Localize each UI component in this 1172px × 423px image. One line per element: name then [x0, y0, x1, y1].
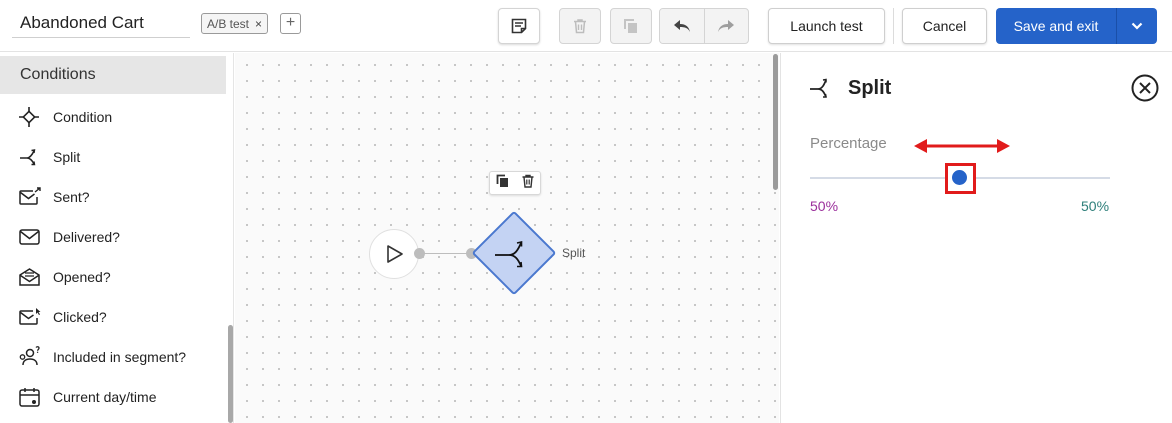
sidebar-item-included-in-segment[interactable]: Included in segment? [18, 343, 218, 371]
node-duplicate-button[interactable] [495, 173, 511, 194]
conditions-heading[interactable]: Conditions [0, 56, 226, 94]
split-icon [18, 145, 44, 169]
add-tag-button[interactable]: + [280, 13, 301, 34]
percentage-label: Percentage [810, 135, 887, 152]
mail-sent-icon [18, 185, 44, 209]
close-panel-button[interactable] [1131, 74, 1159, 102]
percentage-slider-thumb[interactable] [952, 170, 967, 185]
save-and-exit-group: Save and exit [996, 8, 1157, 44]
sidebar-item-opened[interactable]: Opened? [18, 263, 218, 291]
node-delete-button[interactable] [520, 173, 536, 194]
launch-test-button[interactable]: Launch test [768, 8, 885, 44]
tag-label: A/B test [207, 16, 250, 31]
sidebar-item-label: Current day/time [53, 389, 157, 405]
sidebar-item-label: Included in segment? [53, 349, 187, 365]
split-icon [810, 78, 827, 98]
tag-remove-button[interactable]: × [255, 17, 262, 31]
node-toolbar [489, 171, 541, 195]
sidebar-item-label: Sent? [53, 189, 90, 205]
double-arrow-icon [914, 139, 1010, 153]
delete-button[interactable] [559, 8, 601, 44]
notes-icon [511, 18, 527, 34]
segment-icon [18, 345, 44, 369]
sidebar-item-label: Delivered? [53, 229, 120, 245]
sidebar-item-label: Condition [53, 109, 113, 125]
copy-icon [624, 19, 637, 33]
notes-button[interactable] [498, 8, 540, 44]
sidebar-item-current-day-time[interactable]: Current day/time [18, 383, 218, 411]
sidebar-item-clicked[interactable]: Clicked? [18, 303, 218, 331]
mail-opened-icon [18, 265, 44, 289]
start-output-port[interactable] [414, 248, 425, 259]
play-icon [387, 245, 403, 263]
ab-test-tag: A/B test × [201, 13, 269, 34]
copy-icon [496, 174, 508, 187]
duplicate-button[interactable] [610, 8, 652, 44]
right-percentage-value: 50% [1081, 198, 1110, 214]
start-node[interactable] [369, 229, 419, 279]
save-and-exit-button[interactable]: Save and exit [996, 8, 1117, 44]
panel-title: Split [848, 77, 892, 99]
condition-icon [18, 105, 44, 129]
undo-icon [673, 20, 690, 32]
sidebar-scrollbar[interactable] [228, 325, 233, 423]
connector-line [419, 253, 471, 254]
sidebar-item-split[interactable]: Split [18, 143, 218, 171]
sidebar-item-sent[interactable]: Sent? [18, 183, 218, 211]
history-controls [659, 8, 749, 44]
sidebar-item-label: Clicked? [53, 309, 107, 325]
split-icon [495, 241, 523, 268]
campaign-name-input[interactable] [12, 8, 190, 38]
redo-button[interactable] [705, 9, 749, 43]
canvas-scrollbar[interactable] [773, 54, 778, 190]
mail-clicked-icon [18, 305, 44, 329]
cancel-button[interactable]: Cancel [902, 8, 987, 44]
trash-icon [574, 19, 586, 34]
toolbar-divider [893, 8, 894, 44]
split-settings-panel [780, 53, 1172, 423]
sidebar-item-label: Opened? [53, 269, 111, 285]
redo-icon [718, 20, 735, 32]
undo-button[interactable] [660, 9, 705, 43]
sidebar-item-delivered[interactable]: Delivered? [18, 223, 218, 251]
chevron-down-icon [1131, 22, 1143, 30]
mail-delivered-icon [18, 225, 44, 249]
left-percentage-value: 50% [810, 198, 839, 214]
sidebar-item-label: Split [53, 149, 81, 165]
calendar-icon [18, 385, 44, 409]
top-toolbar: A/B test × + Launch [0, 0, 1172, 52]
save-options-dropdown[interactable] [1117, 8, 1157, 44]
conditions-sidebar: Conditions Condition Split Sent? Deliver… [0, 53, 234, 423]
sidebar-item-condition[interactable]: Condition [18, 103, 218, 131]
split-node-label: Split [562, 246, 586, 260]
trash-icon [522, 174, 533, 188]
